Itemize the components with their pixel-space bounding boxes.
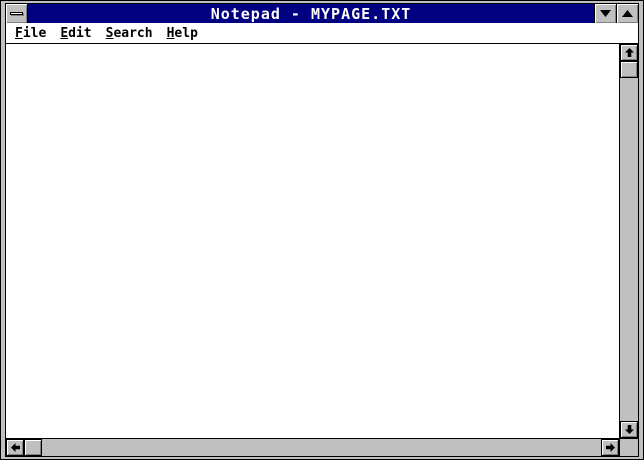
menu-item-file[interactable]: File — [8, 23, 53, 43]
scroll-up-button[interactable] — [620, 44, 638, 61]
text-area[interactable] — [6, 44, 619, 438]
window-inner-frame: Notepad - MYPAGE.TXT File Edit Search He… — [5, 3, 639, 457]
horizontal-scrollbar-track[interactable] — [42, 439, 601, 456]
vertical-scrollbar — [619, 44, 638, 438]
minimize-button[interactable] — [594, 4, 616, 23]
scroll-up-icon — [624, 48, 634, 57]
menu-item-help[interactable]: Help — [160, 23, 205, 43]
menu-item-label: Help — [166, 25, 198, 41]
maximize-icon — [622, 10, 633, 17]
maximize-button[interactable] — [616, 4, 638, 23]
scroll-down-button[interactable] — [620, 421, 638, 438]
menu-bar: File Edit Search Help — [6, 23, 638, 44]
scroll-right-button[interactable] — [601, 439, 619, 456]
title-bar[interactable]: Notepad - MYPAGE.TXT — [6, 4, 638, 23]
menu-item-label: Search — [105, 25, 153, 41]
minimize-icon — [600, 10, 611, 17]
scroll-left-icon — [10, 443, 20, 452]
menu-item-label: Edit — [60, 25, 92, 41]
menu-item-search[interactable]: Search — [99, 23, 160, 43]
notepad-window: Notepad - MYPAGE.TXT File Edit Search He… — [0, 0, 644, 460]
scrollbar-corner — [619, 438, 638, 456]
horizontal-scrollbar — [6, 438, 619, 456]
horizontal-scrollbar-thumb[interactable] — [24, 439, 42, 456]
system-menu-icon — [10, 12, 23, 15]
vertical-scrollbar-thumb[interactable] — [620, 61, 638, 78]
system-menu-button[interactable] — [6, 4, 28, 23]
menu-item-label: File — [15, 25, 47, 41]
window-title: Notepad - MYPAGE.TXT — [210, 4, 412, 23]
scroll-down-icon — [624, 425, 634, 434]
menu-item-edit[interactable]: Edit — [53, 23, 98, 43]
scroll-right-icon — [605, 443, 615, 452]
vertical-scrollbar-track[interactable] — [620, 78, 638, 421]
client-area — [6, 44, 638, 456]
scroll-left-button[interactable] — [6, 439, 24, 456]
